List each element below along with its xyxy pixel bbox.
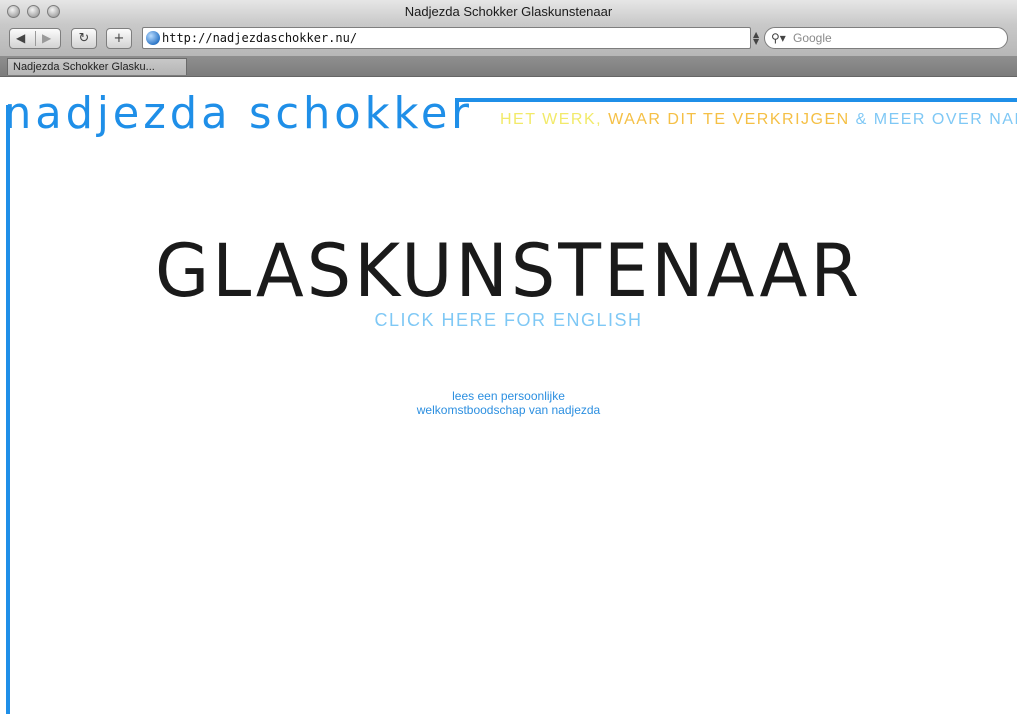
reload-icon: ↻: [78, 31, 90, 46]
address-bar[interactable]: http://nadjezdaschokker.nu/: [142, 27, 751, 49]
window-title: Nadjezda Schokker Glaskunstenaar: [404, 4, 613, 19]
welcome-line-1[interactable]: lees een persoonlijke: [0, 389, 1017, 403]
nav-link-more[interactable]: & MEER OVER NADJEZDA: [856, 111, 1017, 128]
search-placeholder: Google: [793, 31, 832, 45]
back-forward-buttons: ◀ ▶: [9, 28, 61, 49]
address-bar-url: http://nadjezdaschokker.nu/: [162, 31, 358, 45]
nav-link-work[interactable]: HET WERK,: [500, 111, 602, 128]
window-titlebar: Nadjezda Schokker Glaskunstenaar: [0, 0, 1017, 25]
search-icon[interactable]: ⚲▾: [771, 28, 786, 48]
welcome-message-link[interactable]: lees een persoonlijke welkomstboodschap …: [0, 389, 1017, 417]
browser-toolbar: ◀ ▶ ↻ + http://nadjezdaschokker.nu/ ▲ ▼ ⚲…: [0, 24, 1017, 57]
url-dropdown-icon[interactable]: ▲ ▼: [753, 31, 759, 46]
tab-bar: Nadjezda Schokker Glasku...: [0, 57, 1017, 77]
divider: [35, 31, 36, 46]
site-logo[interactable]: nadjezda schokker: [4, 89, 473, 139]
search-field[interactable]: ⚲▾ Google: [764, 27, 1008, 49]
tab-current[interactable]: Nadjezda Schokker Glasku...: [7, 58, 187, 75]
welcome-line-2[interactable]: welkomstboodschap van nadjezda: [0, 403, 1017, 417]
add-bookmark-button[interactable]: +: [106, 28, 132, 49]
plus-icon: +: [113, 31, 125, 46]
page-headline: GLASKUNSTENAAR: [155, 227, 862, 315]
english-link[interactable]: CLICK HERE FOR ENGLISH: [0, 309, 1017, 331]
back-arrow-icon[interactable]: ◀: [16, 31, 25, 46]
web-page: nadjezda schokker HET WERK, WAAR DIT TE …: [0, 77, 1017, 714]
forward-arrow-icon[interactable]: ▶: [42, 31, 51, 46]
site-navigation: HET WERK, WAAR DIT TE VERKRIJGEN & MEER …: [500, 111, 1017, 129]
decorative-frame-top: [455, 98, 1017, 102]
nav-link-where[interactable]: WAAR DIT TE VERKRIJGEN: [608, 111, 850, 128]
globe-icon: [146, 31, 160, 45]
reload-button[interactable]: ↻: [71, 28, 97, 49]
